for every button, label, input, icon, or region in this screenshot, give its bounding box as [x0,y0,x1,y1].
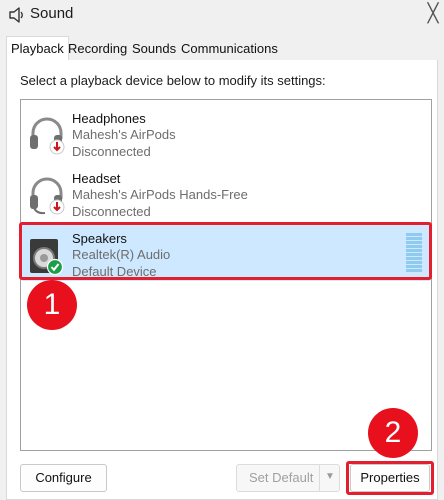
speaker-app-icon [8,6,26,24]
device-name: Headphones [72,111,146,126]
instruction-text: Select a playback device below to modify… [20,73,326,88]
headset-icon [27,173,67,217]
tab-bar: Playback Recording Sounds Communications [6,36,438,61]
device-headset[interactable]: Headset Mahesh's AirPods Hands-Free Disc… [22,165,430,221]
speakers-highlight-box [19,222,432,280]
device-name: Headset [72,171,121,186]
device-headphones[interactable]: Headphones Mahesh's AirPods Disconnected [22,105,430,161]
tab-recording[interactable]: Recording [64,38,131,59]
set-default-dropdown-arrow[interactable]: ▼ [319,464,340,492]
device-detail: Mahesh's AirPods [72,127,176,142]
step-2-badge: 2 [368,408,418,458]
device-status: Disconnected [72,144,151,159]
headphones-icon [27,113,67,157]
configure-button[interactable]: Configure [20,464,107,492]
tab-sounds[interactable]: Sounds [128,38,180,59]
set-default-label: Set Default [249,470,314,485]
device-detail: Mahesh's AirPods Hands-Free [72,187,248,202]
step-1-badge: 1 [27,280,77,330]
tab-communications[interactable]: Communications [177,38,282,59]
device-status: Disconnected [72,204,151,219]
title-bar: Sound ╳ [0,0,444,32]
close-button[interactable]: ╳ [422,0,444,28]
tab-playback[interactable]: Playback [6,36,69,61]
properties-highlight-box [346,461,434,495]
window-title: Sound [30,5,74,22]
